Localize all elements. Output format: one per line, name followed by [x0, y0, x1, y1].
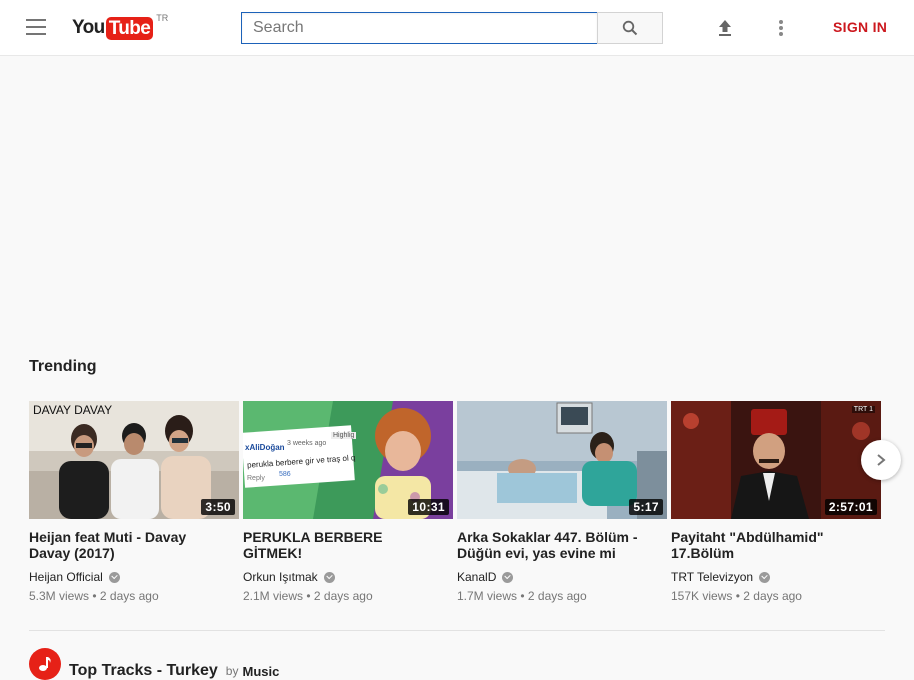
thumbnail-reply: Reply — [247, 475, 265, 482]
verified-icon — [323, 571, 335, 583]
view-count: 157K views — [671, 589, 733, 603]
music-channel-avatar[interactable] — [29, 648, 61, 680]
verified-icon — [759, 571, 771, 583]
verified-icon — [502, 571, 514, 583]
video-title[interactable]: Payitaht "Abdülhamid" 17.Bölüm — [671, 529, 857, 561]
video-card[interactable]: xAliDoğan 3 weeks ago Highlig perukla be… — [243, 401, 453, 603]
music-shelf-header: Top Tracks - Turkey by Music — [29, 648, 279, 680]
video-duration: 3:50 — [201, 499, 235, 515]
menu-icon[interactable] — [26, 19, 46, 37]
video-meta: 2.1M views • 2 days ago — [243, 589, 453, 603]
video-meta: 5.3M views • 2 days ago — [29, 589, 239, 603]
thumbnail-comment-time: 3 weeks ago — [287, 440, 327, 447]
music-shelf-by: by — [225, 664, 239, 678]
video-thumbnail[interactable]: TRT 1 2:57:01 — [671, 401, 881, 519]
youtube-logo[interactable]: You Tube TR — [72, 13, 169, 40]
separator: • — [735, 589, 740, 603]
video-meta: 1.7M views • 2 days ago — [457, 589, 667, 603]
trending-shelf: DAVAY DAVAY 3:50 Heijan feat Muti - Dava… — [29, 401, 889, 621]
music-shelf-owner[interactable]: Music — [242, 664, 279, 679]
video-card[interactable]: TRT 1 2:57:01 Payitaht "Abdülhamid" 17.B… — [671, 401, 881, 603]
separator: • — [92, 589, 97, 603]
verified-icon — [108, 571, 120, 583]
channel-name[interactable]: Heijan Official — [29, 570, 103, 584]
thumbnail-comment-tag: Highlig — [331, 432, 357, 439]
channel-watermark: TRT 1 — [851, 406, 875, 413]
video-thumbnail[interactable]: 5:17 — [457, 401, 667, 519]
music-note-icon — [39, 657, 51, 671]
logo-tube-text: Tube — [105, 16, 154, 40]
search-icon — [622, 20, 638, 36]
channel-name-row: Heijan Official — [29, 570, 239, 584]
country-code: TR — [156, 13, 169, 23]
thumbnail-caption: DAVAY DAVAY — [33, 403, 113, 417]
trending-title[interactable]: Trending — [29, 358, 97, 376]
sign-in-button[interactable]: SIGN IN — [833, 19, 887, 35]
video-card[interactable]: DAVAY DAVAY 3:50 Heijan feat Muti - Dava… — [29, 401, 239, 603]
video-title[interactable]: PERUKLA BERBERE GİTMEK! (#SaçmaYorumları… — [243, 529, 429, 561]
video-thumbnail[interactable]: DAVAY DAVAY 3:50 — [29, 401, 239, 519]
more-vert-icon[interactable] — [771, 18, 791, 38]
upload-age: 2 days ago — [527, 589, 587, 603]
shelf-next-button[interactable] — [861, 440, 901, 480]
channel-name-row: TRT Televizyon — [671, 570, 881, 584]
logo-you-text: You — [72, 17, 105, 38]
channel-name[interactable]: TRT Televizyon — [671, 570, 753, 584]
channel-name[interactable]: KanalD — [457, 570, 496, 584]
video-title[interactable]: Heijan feat Muti - Davay Davay (2017) — [29, 529, 215, 561]
video-meta: 157K views • 2 days ago — [671, 589, 881, 603]
video-card[interactable]: 5:17 Arka Sokaklar 447. Bölüm - Düğün ev… — [457, 401, 667, 603]
video-duration: 10:31 — [408, 499, 449, 515]
search-button[interactable] — [597, 12, 663, 44]
channel-name-row: KanalD — [457, 570, 667, 584]
video-duration: 2:57:01 — [824, 499, 877, 515]
video-title[interactable]: Arka Sokaklar 447. Bölüm - Düğün evi, ya… — [457, 529, 643, 561]
upload-age: 2 days ago — [313, 589, 373, 603]
search-input[interactable] — [242, 13, 597, 43]
thumbnail-comment-user: xAliDoğan — [245, 443, 285, 452]
separator: • — [306, 589, 311, 603]
upload-age: 2 days ago — [743, 589, 802, 603]
video-thumbnail[interactable]: xAliDoğan 3 weeks ago Highlig perukla be… — [243, 401, 453, 519]
separator: • — [520, 589, 525, 603]
chevron-right-icon — [877, 454, 886, 466]
upload-age: 2 days ago — [99, 589, 159, 603]
masthead: You Tube TR SIGN IN — [0, 0, 914, 56]
channel-name-row: Orkun Işıtmak — [243, 570, 453, 584]
view-count: 1.7M views — [457, 589, 518, 603]
upload-icon[interactable] — [716, 19, 734, 37]
search-box — [241, 12, 598, 44]
video-duration: 5:17 — [629, 499, 663, 515]
section-divider — [29, 630, 885, 631]
view-count: 2.1M views — [243, 589, 304, 603]
view-count: 5.3M views — [29, 589, 90, 603]
music-shelf-title[interactable]: Top Tracks - Turkey — [69, 662, 218, 680]
channel-name[interactable]: Orkun Işıtmak — [243, 570, 318, 584]
thumbnail-likes: 586 — [279, 471, 291, 478]
